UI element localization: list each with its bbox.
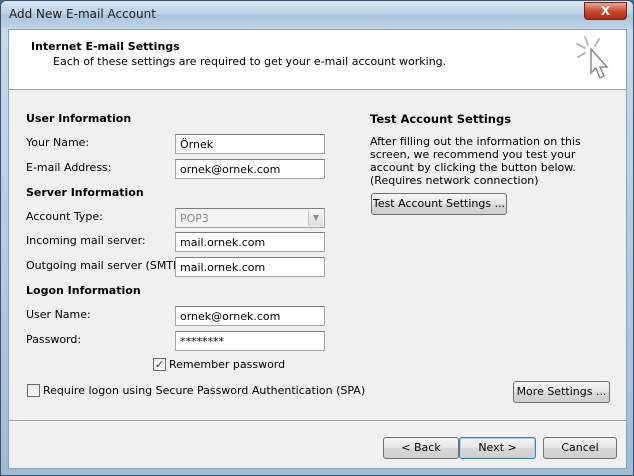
server-info-heading: Server Information [26, 186, 144, 199]
spa-label[interactable]: Require logon using Secure Password Auth… [43, 384, 365, 397]
close-icon: X [600, 4, 611, 18]
check-icon: ✓ [154, 358, 165, 371]
account-type-label: Account Type: [26, 210, 103, 223]
email-address-field[interactable]: ornek@ornek.com [175, 159, 325, 179]
more-settings-button[interactable]: More Settings ... [513, 381, 610, 403]
incoming-server-label: Incoming mail server: [26, 234, 146, 247]
your-name-label: Your Name: [26, 136, 90, 149]
outgoing-server-field[interactable]: mail.ornek.com [175, 257, 325, 277]
test-account-settings-button[interactable]: Test Account Settings ... [371, 193, 507, 215]
user-name-field[interactable]: ornek@ornek.com [175, 306, 325, 326]
test-settings-heading: Test Account Settings [370, 112, 512, 126]
logon-info-heading: Logon Information [26, 284, 141, 297]
email-address-label: E-mail Address: [26, 161, 112, 174]
header-band: Internet E-mail Settings Each of these s… [9, 30, 626, 90]
remember-password-checkbox[interactable]: ✓ [153, 358, 166, 371]
outgoing-server-label: Outgoing mail server (SMTP): [26, 259, 188, 272]
footer-divider [9, 420, 626, 422]
chevron-down-icon: ▼ [308, 210, 323, 226]
dialog-content: Internet E-mail Settings Each of these s… [8, 29, 627, 469]
cursor-sparkle-icon [576, 36, 609, 80]
dialog-window: Add New E-mail Account X Internet E-mail… [0, 0, 634, 476]
close-button[interactable]: X [584, 2, 627, 20]
your-name-field[interactable]: Örnek [175, 134, 325, 154]
user-name-label: User Name: [26, 308, 91, 321]
page-subtitle: Each of these settings are required to g… [53, 55, 447, 68]
test-settings-description: After filling out the information on thi… [370, 135, 581, 187]
cancel-button[interactable]: Cancel [543, 437, 617, 459]
spa-checkbox[interactable] [27, 384, 40, 397]
back-button[interactable]: < Back [383, 437, 459, 459]
next-button[interactable]: Next > [459, 437, 536, 459]
account-type-select: POP3 ▼ [175, 208, 325, 228]
password-field[interactable]: ******** [175, 331, 325, 351]
password-label: Password: [26, 333, 82, 346]
page-title: Internet E-mail Settings [31, 40, 180, 53]
title-bar[interactable]: Add New E-mail Account X [1, 1, 633, 28]
incoming-server-field[interactable]: mail.ornek.com [175, 232, 325, 252]
user-info-heading: User Information [26, 112, 132, 125]
window-title: Add New E-mail Account [9, 7, 156, 21]
account-type-value: POP3 [180, 212, 209, 225]
remember-password-label[interactable]: Remember password [169, 358, 285, 371]
